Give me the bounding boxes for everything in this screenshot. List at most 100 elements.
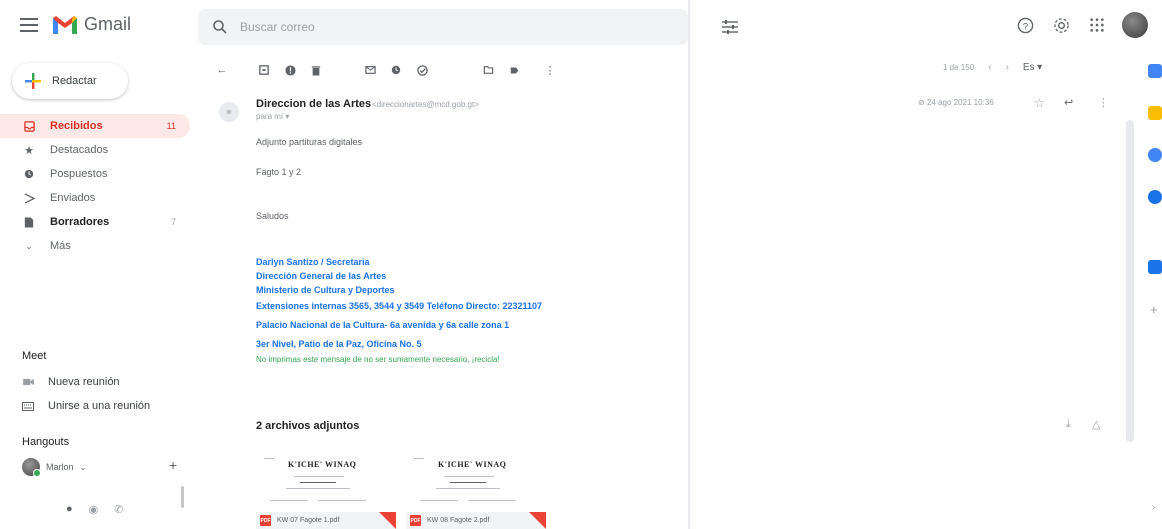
message-date-text: 24 ago 2021 10:36 bbox=[926, 98, 994, 107]
compose-plus-icon bbox=[25, 73, 41, 89]
sidebar-item-starred[interactable]: ★ Destacados bbox=[0, 138, 190, 162]
draft-count: 7 bbox=[170, 217, 176, 227]
calendar-icon[interactable] bbox=[1148, 64, 1162, 78]
message-scrollbar[interactable] bbox=[1126, 120, 1134, 442]
attachment-card[interactable]: K'ICHE' WINAQ PDF KW 07 Fagote 1.pdf bbox=[256, 450, 396, 529]
archive-icon[interactable] bbox=[256, 62, 272, 78]
search-options-icon[interactable] bbox=[720, 18, 740, 36]
hangouts-avatar bbox=[22, 458, 41, 477]
tasks-icon[interactable] bbox=[1148, 148, 1162, 162]
signature-line: 3er Nivel, Patio de la Paz, Oficina No. … bbox=[256, 339, 422, 349]
get-addons-plus-icon[interactable]: + bbox=[1150, 302, 1158, 317]
thumb-rule bbox=[270, 500, 308, 501]
more-options-icon[interactable]: ⋮ bbox=[1098, 96, 1109, 109]
keep-icon[interactable] bbox=[1148, 106, 1162, 120]
compose-button[interactable]: Redactar bbox=[12, 63, 128, 99]
pdf-icon: PDF bbox=[410, 515, 421, 526]
sidebar-item-label: Pospuestos bbox=[50, 168, 108, 180]
message-date: ⊘ 24 ago 2021 10:36 bbox=[918, 98, 994, 107]
sidebar-item-label: Recibidos bbox=[50, 120, 103, 132]
sidebar-item-drafts[interactable]: Borradores 7 bbox=[0, 210, 190, 234]
thumb-rule bbox=[264, 458, 274, 459]
gmail-window: Gmail ? bbox=[0, 0, 1162, 529]
compose-label: Redactar bbox=[52, 75, 97, 87]
gmail-logo[interactable]: Gmail bbox=[52, 14, 131, 35]
mark-unread-icon[interactable] bbox=[362, 62, 378, 78]
chat-bubble-icon[interactable]: ◉ bbox=[89, 503, 99, 516]
download-all-icon[interactable]: ⤓ bbox=[1066, 418, 1071, 431]
attachment-clip-icon: ⊘ bbox=[918, 98, 925, 107]
sidebar-item-label: Enviados bbox=[50, 192, 96, 204]
page-range: 1 de 150 bbox=[943, 63, 975, 72]
chevron-down-icon: ⌄ bbox=[79, 462, 87, 472]
help-icon[interactable]: ? bbox=[1014, 14, 1036, 36]
move-to-folder-icon[interactable] bbox=[480, 62, 496, 78]
search-icon[interactable] bbox=[212, 19, 228, 35]
eco-footer-note: No imprimas este mensaje de no ser sumam… bbox=[256, 355, 500, 364]
back-arrow-icon[interactable]: ← bbox=[214, 62, 230, 78]
recipient-toggle[interactable]: para mí ▾ bbox=[256, 112, 289, 121]
sender-avatar: ● bbox=[219, 102, 239, 122]
signature-line: Ministerio de Cultura y Deportes bbox=[256, 285, 395, 295]
attachment-card[interactable]: K'ICHE' WINAQ PDF KW 08 Fagote 2.pdf bbox=[406, 450, 546, 529]
label-icon[interactable] bbox=[506, 62, 522, 78]
sidebar-item-inbox[interactable]: Recibidos 11 bbox=[0, 114, 190, 138]
settings-gear-icon[interactable] bbox=[1050, 14, 1072, 36]
signature-line: Extensiones internas 3565, 3544 y 3549 T… bbox=[256, 301, 542, 311]
join-meeting-button[interactable]: Unirse a una reunión bbox=[22, 400, 150, 412]
chevron-down-icon: ⌄ bbox=[25, 240, 33, 251]
thumb-rule bbox=[414, 458, 424, 459]
chevron-right-icon[interactable]: › bbox=[1152, 502, 1155, 513]
reply-icon[interactable]: ↩ bbox=[1064, 96, 1073, 109]
app-name: Gmail bbox=[84, 14, 132, 34]
top-bar: Gmail ? bbox=[0, 0, 1162, 56]
report-spam-icon[interactable] bbox=[282, 62, 298, 78]
gmail-m-icon bbox=[53, 15, 77, 34]
star-icon[interactable]: ☆ bbox=[1034, 96, 1045, 110]
signature-line: Dirección General de las Artes bbox=[256, 271, 387, 281]
sidebar-item-label: Destacados bbox=[50, 144, 109, 156]
account-avatar[interactable] bbox=[1122, 12, 1148, 38]
sender-name[interactable]: Direccion de las Artes bbox=[256, 98, 371, 110]
sidebar-item-sent[interactable]: Enviados bbox=[0, 186, 190, 210]
delete-icon[interactable] bbox=[308, 62, 324, 78]
language-selector[interactable]: Es ▾ bbox=[1023, 62, 1042, 73]
add-to-tasks-icon[interactable] bbox=[414, 62, 430, 78]
thumb-rule bbox=[300, 482, 336, 483]
search-bar[interactable] bbox=[198, 9, 688, 45]
sidebar-scrollbar[interactable] bbox=[181, 486, 184, 508]
sidebar-item-snoozed[interactable]: Pospuestos bbox=[0, 162, 190, 186]
body-line: Adjunto partituras digitales bbox=[256, 137, 363, 147]
attachment-thumb-title: K'ICHE' WINAQ bbox=[288, 460, 357, 469]
join-meeting-label: Unirse a una reunión bbox=[48, 400, 151, 412]
body-line: Saludos bbox=[256, 211, 289, 221]
signature-line: Palacio Nacional de la Cultura- 6a aveni… bbox=[256, 320, 510, 330]
sidebar-item-more[interactable]: ⌄ Más bbox=[0, 234, 190, 258]
send-icon bbox=[22, 191, 36, 205]
person-icon[interactable]: ● bbox=[66, 503, 73, 516]
thumb-rule bbox=[420, 500, 458, 501]
chevron-right-icon[interactable]: › bbox=[1005, 62, 1008, 73]
phone-icon[interactable]: ✆ bbox=[114, 503, 123, 516]
svg-text:?: ? bbox=[1022, 21, 1027, 32]
search-input[interactable] bbox=[240, 20, 640, 34]
star-icon: ★ bbox=[24, 144, 34, 157]
attachment-name: KW 07 Fagote 1.pdf bbox=[277, 517, 340, 524]
thumb-rule bbox=[286, 488, 350, 489]
new-meeting-button[interactable]: Nueva reunión bbox=[22, 376, 120, 388]
chevron-left-icon[interactable]: ‹ bbox=[988, 62, 991, 73]
attachment-corner-fold bbox=[379, 512, 396, 529]
contacts-icon[interactable] bbox=[1148, 190, 1162, 204]
save-to-drive-icon[interactable]: △ bbox=[1092, 418, 1100, 431]
attachment-thumb-title: K'ICHE' WINAQ bbox=[438, 460, 507, 469]
sidebar-item-label: Borradores bbox=[50, 216, 110, 228]
snooze-icon[interactable] bbox=[388, 62, 404, 78]
hangouts-add-icon[interactable]: + bbox=[169, 457, 177, 473]
hangouts-user[interactable]: Marlon ⌄ bbox=[22, 458, 87, 477]
main-menu-icon[interactable] bbox=[20, 18, 38, 32]
more-options-icon[interactable]: ⋮ bbox=[542, 62, 558, 78]
attachment-corner-fold bbox=[529, 512, 546, 529]
meet-section-title: Meet bbox=[22, 350, 47, 362]
apps-grid-icon[interactable] bbox=[1086, 14, 1108, 36]
zoom-addon-icon[interactable] bbox=[1148, 260, 1162, 274]
